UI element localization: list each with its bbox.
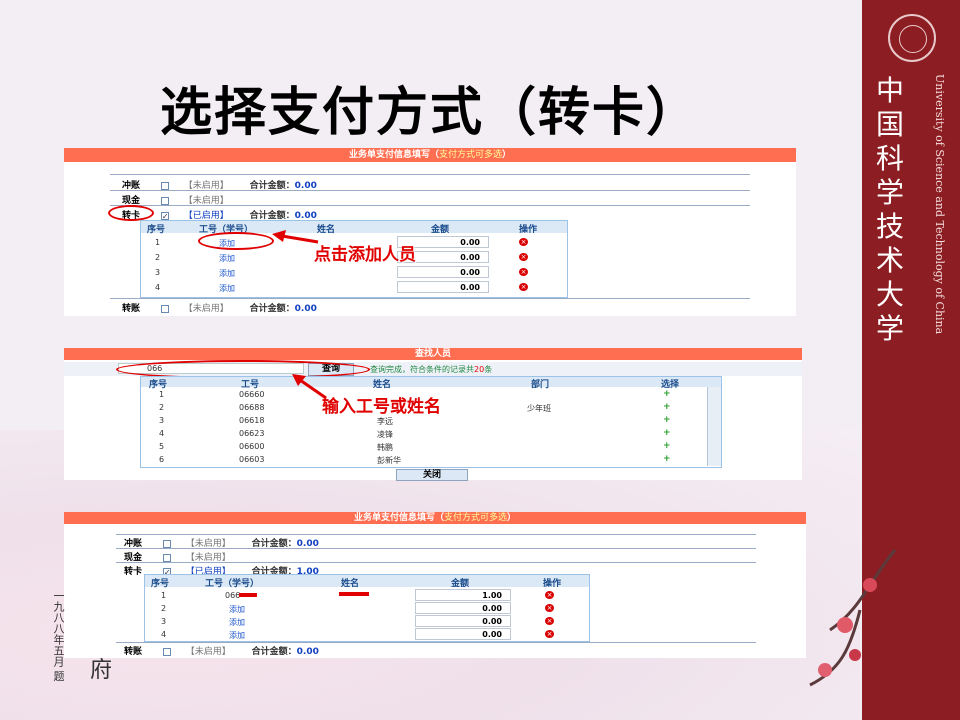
panel-header: 查找人员: [64, 348, 802, 360]
plum-blossom-icon: [809, 549, 897, 687]
annotation-add-person: 点击添加人员: [314, 245, 416, 265]
card-checkbox[interactable]: [160, 211, 169, 220]
highlight-ellipse: [108, 205, 154, 221]
redaction-bar: [339, 592, 369, 596]
calligraphy-tail: 府: [90, 658, 113, 683]
delete-icon[interactable]: ×: [545, 604, 554, 612]
delete-icon[interactable]: ×: [545, 630, 554, 638]
select-person-icon[interactable]: +: [663, 454, 671, 464]
staff-id-value: 066: [225, 591, 241, 600]
select-person-icon[interactable]: +: [663, 428, 671, 438]
amount-input[interactable]: 0.00: [415, 615, 511, 627]
select-person-icon[interactable]: +: [663, 441, 671, 451]
cash-checkbox[interactable]: [162, 553, 171, 562]
panel-header: 业务单支付信息填写（支付方式可多选）: [64, 512, 806, 524]
highlight-ellipse: [198, 232, 274, 250]
amount-input[interactable]: 0.00: [415, 628, 511, 640]
university-seal-icon: [888, 14, 936, 62]
delete-icon[interactable]: ×: [519, 268, 528, 276]
select-person-icon[interactable]: +: [663, 415, 671, 425]
delete-icon[interactable]: ×: [545, 617, 554, 625]
amount-input[interactable]: 0.00: [397, 281, 489, 293]
scrollbar[interactable]: [707, 387, 721, 466]
search-result-text: 查询完成，符合条件的记录共20条: [370, 365, 493, 374]
delete-icon[interactable]: ×: [519, 253, 528, 261]
amount-input[interactable]: 1.00: [415, 589, 511, 601]
card-lines-table: 序号 工号（学号） 姓名 金额 操作 1 066 1.00 × 2 添加 0.0…: [144, 574, 590, 642]
chongzhang-checkbox[interactable]: [162, 539, 171, 548]
add-person-link[interactable]: 添加: [219, 268, 235, 279]
redaction-bar: [239, 593, 257, 597]
add-person-link[interactable]: 添加: [219, 253, 235, 264]
row-transfer: 转账 【未启用】 合计金额：0.00: [122, 304, 317, 314]
add-person-link[interactable]: 添加: [229, 630, 245, 641]
university-name-zh: 中国科学技术大学: [875, 74, 904, 345]
panel-header: 业务单支付信息填写（支付方式可多选）: [64, 148, 796, 162]
row-transfer: 转账 【未启用】 合计金额：0.00: [124, 647, 319, 657]
delete-icon[interactable]: ×: [519, 283, 528, 291]
transfer-checkbox[interactable]: [162, 647, 171, 656]
close-button[interactable]: 关闭: [396, 469, 468, 481]
annotation-enter-id: 输入工号或姓名: [322, 397, 441, 417]
calligraphy-inscription: 一九八八年五月 题: [52, 590, 65, 682]
amount-input[interactable]: 0.00: [415, 602, 511, 614]
select-person-icon[interactable]: +: [663, 389, 671, 399]
cash-checkbox[interactable]: [160, 196, 169, 205]
delete-icon[interactable]: ×: [519, 238, 528, 246]
select-person-icon[interactable]: +: [663, 402, 671, 412]
add-person-link[interactable]: 添加: [219, 283, 235, 294]
payment-panel-bottom: 业务单支付信息填写（支付方式可多选） 冲账 【未启用】 合计金额：0.00 现金…: [64, 512, 806, 658]
add-person-link[interactable]: 添加: [229, 617, 245, 628]
transfer-checkbox[interactable]: [160, 304, 169, 313]
payment-panel-top: 业务单支付信息填写（支付方式可多选） 冲账 【未启用】 合计金额：0.00 现金…: [64, 148, 796, 316]
arrow-icon: [272, 230, 319, 244]
amount-input[interactable]: 0.00: [397, 266, 489, 278]
university-name-en: University of Science and Technology of …: [933, 74, 946, 335]
chongzhang-checkbox[interactable]: [160, 181, 169, 190]
slide-title: 选择支付方式（转卡）: [159, 83, 700, 143]
add-person-link[interactable]: 添加: [229, 604, 245, 615]
search-results-table: 序号 工号 姓名 部门 选择 1 06660 + 2 06688 少年班 + 3…: [140, 376, 722, 468]
delete-icon[interactable]: ×: [545, 591, 554, 599]
